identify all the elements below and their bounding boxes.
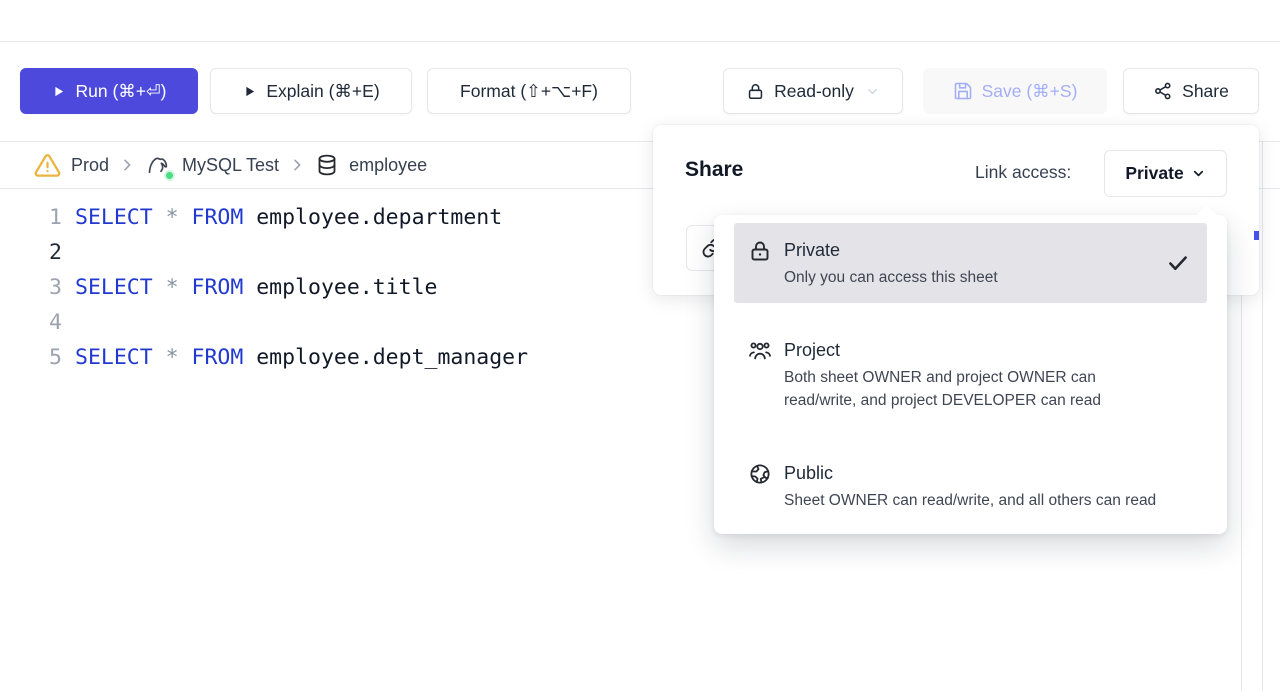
line-number: 1 (0, 205, 62, 230)
breadcrumb-database[interactable]: employee (315, 153, 427, 177)
mysql-dolphin-icon (145, 152, 172, 179)
code-line[interactable]: 2 (0, 235, 640, 270)
lock-icon (746, 82, 765, 101)
format-button[interactable]: Format (⇧+⌥+F) (427, 68, 631, 114)
share-popup-title: Share (685, 158, 743, 182)
save-button-label: Save (⌘+S) (982, 81, 1078, 102)
explain-button[interactable]: Explain (⌘+E) (210, 68, 412, 114)
chevron-down-icon (865, 84, 880, 99)
run-button-label: Run (⌘+⏎) (75, 81, 166, 102)
database-label: employee (349, 155, 427, 176)
code-line[interactable]: 4 (0, 305, 640, 340)
option-description: Only you can access this sheet (784, 266, 998, 289)
save-button[interactable]: Save (⌘+S) (923, 68, 1107, 114)
code-text: SELECT * FROM employee.dept_manager (62, 345, 528, 370)
sql-editor: 1 SELECT * FROM employee.department 2 3 … (0, 200, 640, 375)
link-access-select[interactable]: Private (1104, 150, 1227, 197)
option-public[interactable]: Public Sheet OWNER can read/write, and a… (734, 446, 1207, 526)
line-number: 5 (0, 345, 62, 370)
share-button-label: Share (1182, 81, 1229, 102)
code-line[interactable]: 1 SELECT * FROM employee.department (0, 200, 640, 235)
play-icon (51, 84, 66, 99)
database-icon (315, 153, 339, 177)
users-icon (748, 339, 772, 363)
line-number: 3 (0, 275, 62, 300)
save-icon (953, 81, 973, 101)
chevron-down-icon (1191, 166, 1206, 181)
code-text: SELECT * FROM employee.department (62, 205, 502, 230)
share-nodes-icon (1153, 81, 1173, 101)
right-edge-divider (1262, 141, 1263, 691)
instance-status-dot (164, 170, 175, 181)
lock-icon (748, 239, 772, 263)
option-description: Both sheet OWNER and project OWNER can r… (784, 366, 1169, 412)
breadcrumb-environment[interactable]: Prod (34, 152, 109, 179)
toolbar: Run (⌘+⏎) Explain (⌘+E) Format (⇧+⌥+F) R… (0, 0, 1280, 141)
link-access-value: Private (1125, 163, 1183, 184)
play-icon (242, 84, 257, 99)
explain-button-label: Explain (⌘+E) (266, 81, 379, 102)
readonly-mode-select[interactable]: Read-only (723, 68, 903, 114)
option-title: Project (784, 337, 1169, 363)
globe-icon (748, 462, 772, 486)
breadcrumb: Prod MySQL Test employee (0, 142, 660, 188)
code-text: SELECT * FROM employee.title (62, 275, 437, 300)
option-project[interactable]: Project Both sheet OWNER and project OWN… (734, 323, 1207, 426)
format-button-label: Format (⇧+⌥+F) (460, 81, 598, 102)
line-number: 2 (0, 240, 62, 265)
code-line[interactable]: 3 SELECT * FROM employee.title (0, 270, 640, 305)
obscured-element-fragment (1254, 231, 1259, 240)
environment-label: Prod (71, 155, 109, 176)
share-button[interactable]: Share (1123, 68, 1259, 114)
link-access-dropdown-menu: Private Only you can access this sheet P… (714, 215, 1227, 534)
chevron-right-icon (289, 157, 305, 173)
option-description: Sheet OWNER can read/write, and all othe… (784, 489, 1156, 512)
chevron-right-icon (119, 157, 135, 173)
instance-label: MySQL Test (182, 155, 279, 176)
readonly-label: Read-only (774, 81, 854, 102)
check-icon (1165, 250, 1191, 276)
run-button[interactable]: Run (⌘+⏎) (20, 68, 198, 114)
link-access-label: Link access: (975, 162, 1071, 183)
option-private[interactable]: Private Only you can access this sheet (734, 223, 1207, 303)
option-title: Private (784, 237, 998, 263)
code-line[interactable]: 5 SELECT * FROM employee.dept_manager (0, 340, 640, 375)
breadcrumb-instance[interactable]: MySQL Test (145, 152, 279, 179)
warning-triangle-icon (34, 152, 61, 179)
line-number: 4 (0, 310, 62, 335)
option-title: Public (784, 460, 1156, 486)
